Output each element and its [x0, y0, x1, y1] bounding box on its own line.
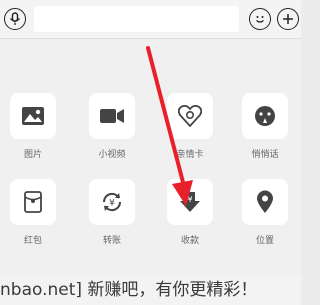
red-packet-icon [24, 191, 42, 213]
more-tools-button[interactable] [277, 8, 299, 30]
image-icon [22, 107, 44, 125]
microphone-icon [9, 12, 21, 26]
svg-text:¥: ¥ [187, 195, 192, 204]
tool-red-packet-button[interactable] [10, 179, 56, 225]
tool-transfer-label: 转账 [102, 236, 121, 246]
location-pin-icon [256, 190, 274, 214]
watermark-banner: nbao.net] 新赚吧，有你更精彩！ [0, 275, 301, 305]
tool-family-card-label: 亲情卡 [176, 150, 204, 160]
plus-icon [282, 13, 294, 25]
tool-receive-money-button[interactable]: ¥ [167, 179, 213, 225]
chat-input-bar [0, 0, 301, 39]
receive-money-icon: ¥ [179, 191, 201, 213]
tool-family-card-button[interactable] [167, 93, 213, 139]
emoji-button[interactable] [249, 8, 271, 30]
svg-text:¥: ¥ [109, 199, 115, 209]
tool-video-label: 小视频 [98, 150, 126, 160]
smile-icon [253, 12, 267, 26]
transfer-icon: ¥ [100, 190, 124, 214]
tool-location-button[interactable] [242, 179, 288, 225]
message-text-input[interactable] [34, 6, 239, 32]
tool-receive-money-label: 收款 [180, 236, 199, 246]
tool-red-packet-label: 红包 [23, 236, 42, 246]
tools-panel: 图片 小视频 亲情卡 悄悄话 红包 ¥ 转账 ¥ 收款 位置 nbao.net]… [0, 39, 301, 305]
tool-transfer-button[interactable]: ¥ [89, 179, 135, 225]
whisper-icon [254, 105, 276, 127]
tool-video-button[interactable] [89, 93, 135, 139]
heart-card-icon [178, 105, 202, 127]
tool-image-button[interactable] [10, 93, 56, 139]
video-camera-icon [100, 108, 124, 124]
tool-whisper-button[interactable] [242, 93, 288, 139]
tool-location-label: 位置 [255, 236, 274, 246]
voice-input-button[interactable] [4, 8, 26, 30]
tool-image-label: 图片 [23, 150, 42, 160]
tool-whisper-label: 悄悄话 [251, 150, 279, 160]
